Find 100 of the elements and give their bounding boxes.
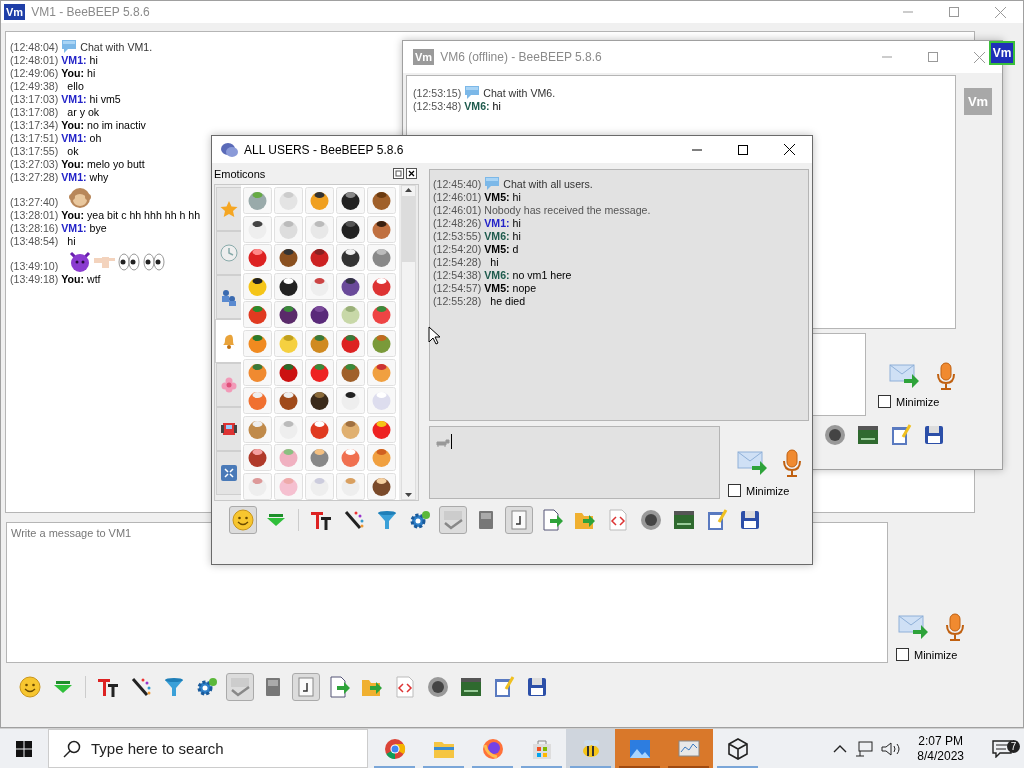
message-text: he died [490, 295, 526, 308]
timestamp: (13:17:51) [10, 132, 59, 145]
chat-bubbles-icon [220, 141, 238, 158]
message-input[interactable] [429, 426, 720, 499]
grid-icon [219, 463, 239, 483]
sender-name: VM1: [61, 171, 87, 183]
message-text: hi [512, 191, 521, 203]
checkbox[interactable] [878, 395, 891, 408]
window-title: VM6 (offline) - BeeBEEP 5.8.6 [440, 50, 602, 64]
send-envelope-icon[interactable] [897, 612, 929, 640]
timestamp: (12:48:01) [10, 54, 59, 67]
search-field[interactable]: Type here to search [48, 729, 368, 768]
sender-name: VM6: [464, 100, 490, 112]
sender-name: VM5: [484, 282, 510, 294]
close-icon[interactable] [783, 144, 795, 155]
sender-name: VM1: [61, 222, 87, 234]
terminal-icon [856, 423, 880, 447]
sender-name: You: [61, 209, 85, 221]
clock[interactable]: 2:07 PM 8/4/2023 [909, 733, 972, 764]
timestamp: (12:48:26) [433, 217, 482, 230]
pointing-hand-icon [94, 256, 116, 268]
message-text: ar y ok [67, 106, 100, 119]
message-text: no im inactiv [87, 119, 146, 131]
timestamp: (12:54:20) [433, 243, 482, 256]
send-envelope-icon[interactable] [888, 361, 920, 389]
checkbox[interactable] [896, 648, 909, 661]
search-placeholder: Type here to search [91, 740, 224, 757]
taskbar-app[interactable] [566, 729, 615, 768]
lens-icon [823, 423, 847, 447]
timestamp: (13:27:03) [10, 158, 59, 171]
sender-name: VM6: [484, 269, 510, 281]
speech-bubble-icon [484, 175, 501, 191]
notepad-pencil-icon [705, 508, 729, 532]
timestamp: (12:53:15) [413, 87, 462, 100]
message-text: why [89, 171, 109, 183]
checkbox[interactable] [728, 484, 741, 497]
message-text: hi [67, 235, 76, 248]
timestamp: (13:17:55) [10, 145, 59, 158]
timestamp: (12:54:28) [433, 256, 482, 269]
sender-name: You: [61, 119, 85, 131]
message-text: no vm1 here [512, 269, 572, 281]
send-envelope-icon[interactable] [736, 448, 768, 476]
text-cursor [451, 434, 452, 449]
message-text: hi [512, 217, 521, 229]
message-text: hi [512, 230, 521, 242]
floppy-icon [738, 508, 762, 532]
timestamp: (13:17:03) [10, 93, 59, 106]
small-dog-icon [436, 436, 450, 447]
scroll-up-icon[interactable] [404, 186, 413, 194]
floppy-icon [922, 423, 946, 447]
app-logo: Vm [413, 49, 435, 65]
message-text: d [512, 243, 519, 255]
timestamp: (13:28:01) [10, 209, 59, 222]
speaker-icon[interactable] [881, 740, 902, 757]
message-text: wtf [87, 273, 101, 285]
float-icon[interactable] [393, 168, 404, 179]
timestamp: (12:53:48) [413, 100, 462, 113]
windows-logo-icon [16, 740, 32, 757]
lens-icon [426, 675, 450, 699]
microphone-icon[interactable] [943, 612, 967, 642]
clock-icon [219, 243, 239, 263]
message-text: hi [89, 54, 98, 66]
sender-name: VM5: [484, 191, 510, 203]
emoticon-tab[interactable] [216, 407, 241, 451]
panel-title: Emoticons [214, 167, 266, 180]
scrollbar[interactable] [401, 185, 416, 500]
mouse-pointer-icon [428, 326, 440, 345]
sender-name: VM1: [61, 93, 87, 105]
tomato-icon[interactable] [243, 301, 272, 329]
sender-name: VM1: [61, 132, 87, 144]
message-text: hi vm5 [89, 93, 121, 105]
sender-name: You: [61, 67, 85, 79]
chevron-up-icon[interactable] [833, 743, 848, 754]
close-icon[interactable] [406, 168, 417, 179]
maximize-icon[interactable] [738, 144, 748, 155]
emoticon-tab[interactable] [216, 451, 241, 495]
timestamp: (13:49:18) [10, 273, 59, 286]
network-icon[interactable] [855, 740, 874, 757]
search-icon [63, 739, 81, 758]
checkbox-label: Minimize [914, 648, 958, 661]
sender-name: VM1: [484, 217, 510, 229]
checkbox-label: Minimize [896, 395, 940, 408]
message-text: oh [89, 132, 102, 144]
microphone-icon[interactable] [934, 361, 958, 391]
emoticon-tab[interactable] [216, 275, 241, 319]
cube-icon [725, 736, 750, 761]
timestamp: (12:54:57) [433, 282, 482, 295]
timestamp: (13:48:54) [10, 235, 59, 248]
speech-bubble-icon [464, 84, 481, 100]
message-text: ok [67, 145, 79, 158]
browser-icon [382, 736, 407, 761]
microphone-icon[interactable] [780, 448, 804, 478]
code-file-icon [606, 508, 630, 532]
spellcheck-icon [441, 508, 465, 532]
speech-bubble-icon [61, 38, 78, 54]
checkbox-label: Minimize [746, 484, 790, 497]
scroll-down-icon[interactable] [404, 491, 413, 499]
notification-button[interactable]: 7 [980, 739, 1024, 758]
file-arrow-icon [540, 508, 564, 532]
message-text: melo yo butt [87, 158, 145, 170]
